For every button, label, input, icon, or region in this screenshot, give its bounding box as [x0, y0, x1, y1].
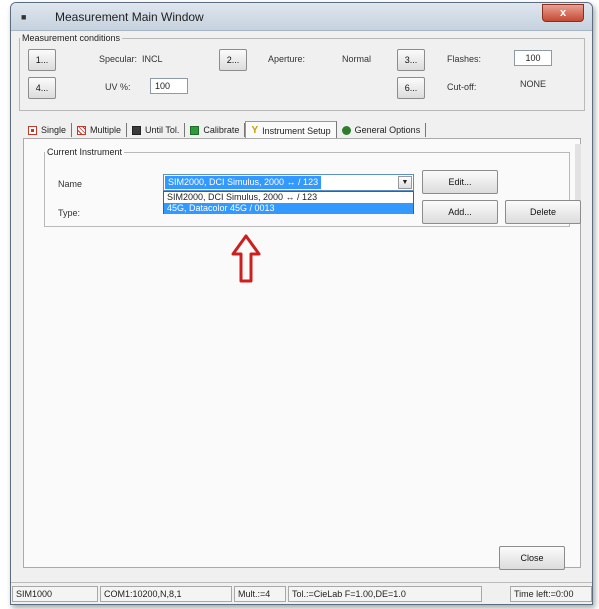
status-bar: SIM1000 COM1:10200,N,8,1 Mult.:=4 Tol.:=…: [11, 582, 592, 604]
aperture-value: Normal: [342, 54, 372, 64]
general-options-icon: [341, 125, 351, 135]
panel-scrollbar[interactable]: [575, 144, 581, 204]
condition-6-button[interactable]: 6...: [397, 77, 425, 99]
close-button[interactable]: Close: [499, 546, 565, 570]
condition-4-button[interactable]: 4...: [28, 77, 56, 99]
instrument-name-combo-value: SIM2000, DCI Simulus, 2000 ↔ / 123: [165, 176, 322, 189]
close-window-button[interactable]: x: [542, 4, 584, 22]
calibrate-icon: [190, 125, 200, 135]
tab-multiple-label: Multiple: [90, 125, 122, 135]
condition-2-button[interactable]: 2...: [219, 49, 247, 71]
instrument-dropdown-list[interactable]: SIM2000, DCI Simulus, 2000 ↔ / 123 45G, …: [163, 191, 414, 214]
specular-value: INCL: [142, 54, 163, 64]
window-title: Measurement Main Window: [55, 10, 204, 24]
system-menu-icon[interactable]: ■: [21, 12, 31, 22]
tab-general-options[interactable]: General Options: [337, 123, 427, 137]
cutoff-value: NONE: [520, 79, 547, 89]
status-instrument: SIM1000: [12, 586, 98, 602]
flashes-label: Flashes:: [447, 54, 482, 64]
tab-multiple[interactable]: Multiple: [72, 123, 128, 137]
name-label: Name: [58, 179, 83, 189]
measurement-main-window: ■ Measurement Main Window x Measurement …: [10, 2, 593, 605]
condition-1-button[interactable]: 1...: [28, 49, 56, 71]
annotation-arrow-up-icon: [231, 234, 261, 283]
multiple-icon: [77, 125, 87, 135]
title-bar: ■ Measurement Main Window x: [11, 3, 592, 31]
instrument-name-combo[interactable]: SIM2000, DCI Simulus, 2000 ↔ / 123 ▼: [163, 174, 414, 191]
tab-general-options-label: General Options: [354, 125, 421, 135]
status-mult: Mult.:=4: [234, 586, 286, 602]
until-tol-icon: [132, 125, 142, 135]
single-icon: [28, 125, 37, 135]
add-button[interactable]: Add...: [422, 200, 498, 224]
instrument-setup-panel: Current Instrument Name Type: SIM2000, D…: [23, 138, 581, 568]
tab-instrument-setup[interactable]: Y Instrument Setup: [245, 121, 337, 139]
instrument-setup-icon: Y: [251, 125, 259, 136]
uv-value: 100: [150, 78, 188, 94]
tab-instrument-setup-label: Instrument Setup: [262, 125, 331, 136]
tab-strip: Single Multiple Until Tol. Calibrate Y I…: [23, 121, 427, 139]
tab-single[interactable]: Single: [23, 123, 73, 137]
tab-until-tol-label: Until Tol.: [145, 125, 180, 135]
dropdown-option[interactable]: SIM2000, DCI Simulus, 2000 ↔ / 123: [164, 192, 413, 203]
flashes-value: 100: [514, 50, 552, 66]
status-tolerance: Tol.:=CieLab F=1.00,DE=1.0: [288, 586, 482, 602]
type-label: Type:: [58, 208, 81, 218]
specular-label: Specular:: [99, 54, 138, 64]
current-instrument-legend: Current Instrument: [47, 147, 123, 157]
aperture-label: Aperture:: [268, 54, 306, 64]
status-port: COM1:10200,N,8,1: [100, 586, 232, 602]
delete-button[interactable]: Delete: [505, 200, 581, 224]
measurement-conditions-group: Measurement conditions: [19, 33, 585, 111]
edit-button[interactable]: Edit...: [422, 170, 498, 194]
dropdown-option-highlighted[interactable]: 45G, Datacolor 45G / 0013: [164, 203, 413, 214]
measurement-conditions-legend: Measurement conditions: [22, 33, 121, 43]
tab-calibrate-label: Calibrate: [203, 125, 240, 135]
cutoff-label: Cut-off:: [447, 82, 477, 92]
status-time-left: Time left:=0:00: [510, 586, 592, 602]
condition-3-button[interactable]: 3...: [397, 49, 425, 71]
chevron-down-icon[interactable]: ▼: [398, 176, 412, 189]
uv-label: UV %:: [105, 82, 131, 92]
tab-until-tol[interactable]: Until Tol.: [127, 123, 186, 137]
tab-single-label: Single: [41, 125, 67, 135]
tab-calibrate[interactable]: Calibrate: [185, 123, 246, 137]
